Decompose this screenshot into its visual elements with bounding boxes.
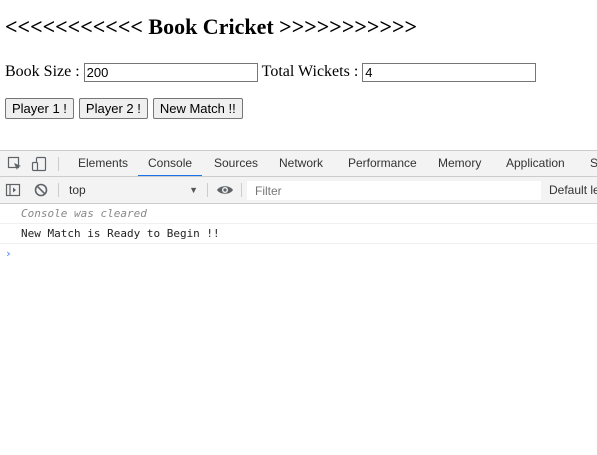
- filter-box: [247, 181, 541, 200]
- console-prompt-icon[interactable]: ›: [5, 246, 12, 262]
- clear-console-icon[interactable]: [33, 182, 49, 198]
- context-selector[interactable]: top ▼: [62, 181, 200, 199]
- toolbar-divider: [241, 183, 242, 197]
- action-buttons: Player 1 ! Player 2 ! New Match !!: [5, 98, 243, 119]
- toolbar-divider: [58, 157, 59, 171]
- book-size-input[interactable]: [83, 62, 258, 82]
- settings-form: Book Size : Total Wickets :: [5, 61, 540, 83]
- filter-input[interactable]: [248, 182, 535, 199]
- devtools-tabbar: Elements Console Sources Network Perform…: [0, 150, 597, 177]
- tab-overflow[interactable]: S: [590, 151, 597, 176]
- player2-button[interactable]: Player 2 !: [78, 98, 148, 119]
- console-message-cleared: Console was cleared: [0, 204, 597, 224]
- tab-console[interactable]: Console: [137, 151, 203, 176]
- context-value: top: [69, 183, 86, 197]
- total-wickets-label: Total Wickets :: [261, 63, 359, 80]
- show-sidebar-icon[interactable]: [5, 182, 21, 198]
- dropdown-arrow-icon: ▼: [189, 185, 198, 195]
- tab-elements[interactable]: Elements: [78, 151, 128, 176]
- tab-network[interactable]: Network: [279, 151, 323, 176]
- page-title: <<<<<<<<<<< Book Cricket >>>>>>>>>>>: [5, 14, 418, 39]
- total-wickets-input[interactable]: [362, 62, 537, 82]
- tab-memory[interactable]: Memory: [438, 151, 481, 176]
- toolbar-divider: [58, 183, 59, 197]
- toolbar-divider: [207, 183, 208, 197]
- console-toolbar: top ▼ Default le: [0, 177, 597, 204]
- live-expression-eye-icon[interactable]: [216, 182, 233, 198]
- tab-sources[interactable]: Sources: [214, 151, 258, 176]
- tab-performance[interactable]: Performance: [348, 151, 417, 176]
- book-size-label: Book Size :: [5, 63, 80, 80]
- console-message-log: New Match is Ready to Begin !!: [0, 224, 597, 244]
- devtools-panel: Elements Console Sources Network Perform…: [0, 150, 597, 455]
- inspect-element-icon[interactable]: [7, 156, 23, 172]
- new-match-button[interactable]: New Match !!: [152, 98, 243, 119]
- tab-application[interactable]: Application: [506, 151, 565, 176]
- log-levels-dropdown[interactable]: Default le: [549, 177, 597, 203]
- console-output: Console was cleared New Match is Ready t…: [0, 204, 597, 455]
- device-toolbar-icon[interactable]: [31, 156, 47, 172]
- player1-button[interactable]: Player 1 !: [5, 98, 74, 119]
